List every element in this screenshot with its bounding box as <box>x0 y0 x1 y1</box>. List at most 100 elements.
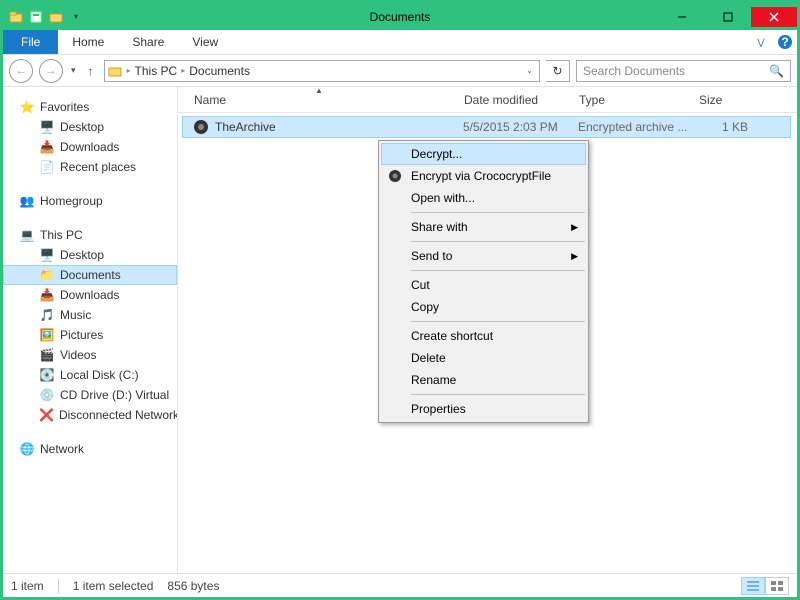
ctx-openwith[interactable]: Open with... <box>381 187 586 209</box>
nav-downloads2[interactable]: 📥Downloads <box>3 285 177 305</box>
homegroup-header[interactable]: 👥Homegroup <box>3 191 177 211</box>
ctx-createshortcut[interactable]: Create shortcut <box>381 325 586 347</box>
file-tab[interactable]: File <box>3 30 58 54</box>
ctx-sendto[interactable]: Send to▶ <box>381 245 586 267</box>
folder-icon: 📁 <box>39 267 55 283</box>
close-button[interactable] <box>751 7 797 27</box>
ctx-separator <box>411 212 585 213</box>
home-tab[interactable]: Home <box>58 30 118 54</box>
desktop-icon: 🖥️ <box>39 247 55 263</box>
minimize-button[interactable] <box>659 7 705 27</box>
col-type[interactable]: Type <box>569 93 689 107</box>
pictures-icon: 🖼️ <box>39 327 55 343</box>
file-size: 1 KB <box>688 120 758 134</box>
favorites-header[interactable]: ⭐Favorites <box>3 97 177 117</box>
nav-cddrive[interactable]: 💿CD Drive (D:) Virtual <box>3 385 177 405</box>
ctx-separator <box>411 270 585 271</box>
context-menu: Decrypt... Encrypt via CrococryptFile Op… <box>378 140 589 423</box>
downloads-icon: 📥 <box>39 139 55 155</box>
nav-music[interactable]: 🎵Music <box>3 305 177 325</box>
help-icon[interactable]: ? <box>773 30 797 54</box>
forward-button[interactable]: → <box>39 59 63 83</box>
expand-ribbon-icon[interactable]: ⋁ <box>749 30 773 54</box>
nav-localdisk[interactable]: 💽Local Disk (C:) <box>3 365 177 385</box>
status-separator <box>58 579 59 593</box>
column-headers: Name▲ Date modified Type Size <box>178 87 797 113</box>
ctx-cut[interactable]: Cut <box>381 274 586 296</box>
qat-properties-icon[interactable] <box>27 8 45 26</box>
navigation-pane: ⭐Favorites 🖥️Desktop 📥Downloads 📄Recent … <box>3 87 178 573</box>
computer-icon: 💻 <box>19 227 35 243</box>
breadcrumb-thispc[interactable]: This PC <box>135 64 178 78</box>
cd-icon: 💿 <box>39 387 55 403</box>
window-title: Documents <box>370 10 431 24</box>
search-icon: 🔍 <box>769 64 784 78</box>
file-name: TheArchive <box>215 120 276 134</box>
up-button[interactable]: ↑ <box>84 64 98 78</box>
details-view-button[interactable] <box>741 577 765 595</box>
address-dropdown-icon[interactable]: ⌄ <box>522 66 537 75</box>
nav-pictures[interactable]: 🖼️Pictures <box>3 325 177 345</box>
folder-icon <box>7 8 25 26</box>
ctx-copy[interactable]: Copy <box>381 296 586 318</box>
recent-locations-icon[interactable]: ▾ <box>69 65 78 76</box>
drive-icon: 💽 <box>39 367 55 383</box>
homegroup-icon: 👥 <box>19 193 35 209</box>
ctx-separator <box>411 321 585 322</box>
ctx-sharewith[interactable]: Share with▶ <box>381 216 586 238</box>
network-icon: 🌐 <box>19 441 35 457</box>
search-input[interactable]: Search Documents 🔍 <box>576 60 791 82</box>
ctx-separator <box>411 241 585 242</box>
col-name[interactable]: Name▲ <box>184 93 454 107</box>
icons-view-button[interactable] <box>765 577 789 595</box>
share-tab[interactable]: Share <box>118 30 178 54</box>
archive-file-icon <box>193 119 209 135</box>
back-button[interactable]: ← <box>9 59 33 83</box>
status-size: 856 bytes <box>167 579 219 593</box>
svg-text:?: ? <box>781 35 788 49</box>
network-header[interactable]: 🌐Network <box>3 439 177 459</box>
search-placeholder: Search Documents <box>583 64 685 78</box>
star-icon: ⭐ <box>19 99 35 115</box>
address-bar[interactable]: ▸ This PC ▸ Documents ⌄ <box>104 60 540 82</box>
recent-icon: 📄 <box>39 159 55 175</box>
ctx-delete[interactable]: Delete <box>381 347 586 369</box>
file-row[interactable]: TheArchive 5/5/2015 2:03 PM Encrypted ar… <box>182 116 791 138</box>
file-type: Encrypted archive ... <box>568 120 688 134</box>
status-bar: 1 item 1 item selected 856 bytes <box>3 573 797 597</box>
refresh-button[interactable]: ↻ <box>546 60 570 82</box>
chevron-right-icon[interactable]: ▸ <box>179 66 187 75</box>
ctx-rename[interactable]: Rename <box>381 369 586 391</box>
nav-desktop2[interactable]: 🖥️Desktop <box>3 245 177 265</box>
ctx-encrypt[interactable]: Encrypt via CrococryptFile <box>381 165 586 187</box>
submenu-arrow-icon: ▶ <box>571 251 578 262</box>
disconnected-icon: ❌ <box>39 407 54 423</box>
desktop-icon: 🖥️ <box>39 119 55 135</box>
thispc-header[interactable]: 💻This PC <box>3 225 177 245</box>
maximize-button[interactable] <box>705 7 751 27</box>
music-icon: 🎵 <box>39 307 55 323</box>
view-tab[interactable]: View <box>178 30 232 54</box>
file-date: 5/5/2015 2:03 PM <box>453 120 568 134</box>
breadcrumb-documents[interactable]: Documents <box>189 64 250 78</box>
nav-downloads[interactable]: 📥Downloads <box>3 137 177 157</box>
location-folder-icon <box>107 63 123 79</box>
nav-desktop[interactable]: 🖥️Desktop <box>3 117 177 137</box>
qat-dropdown-icon[interactable]: ▾ <box>67 8 85 26</box>
status-selected: 1 item selected <box>73 579 154 593</box>
col-date[interactable]: Date modified <box>454 93 569 107</box>
qat-newfolder-icon[interactable] <box>47 8 65 26</box>
nav-disconnected[interactable]: ❌Disconnected Network <box>3 405 177 425</box>
ctx-decrypt[interactable]: Decrypt... <box>381 143 586 165</box>
ctx-properties[interactable]: Properties <box>381 398 586 420</box>
nav-videos[interactable]: 🎬Videos <box>3 345 177 365</box>
sort-asc-icon: ▲ <box>315 87 323 95</box>
nav-documents[interactable]: 📁Documents <box>3 265 177 285</box>
downloads-icon: 📥 <box>39 287 55 303</box>
nav-recent[interactable]: 📄Recent places <box>3 157 177 177</box>
videos-icon: 🎬 <box>39 347 55 363</box>
col-size[interactable]: Size <box>689 93 759 107</box>
crococrypt-icon <box>386 167 404 185</box>
titlebar[interactable]: ▾ Documents <box>3 3 797 30</box>
chevron-right-icon[interactable]: ▸ <box>125 66 133 75</box>
